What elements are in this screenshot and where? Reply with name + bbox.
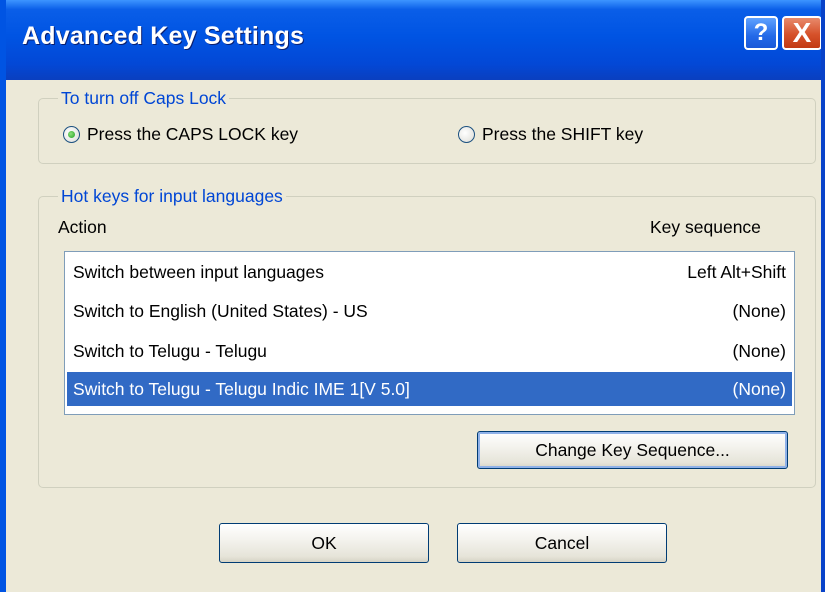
column-header-action: Action	[58, 217, 107, 237]
list-item-action: Switch between input languages	[73, 261, 325, 282]
radio-shift-label: Press the SHIFT key	[482, 124, 644, 144]
caps-lock-group-caption: To turn off Caps Lock	[58, 88, 230, 108]
radio-selected-dot	[68, 131, 75, 138]
list-item-keys: (None)	[732, 378, 787, 399]
ok-button[interactable]: OK	[219, 523, 429, 563]
radio-shift-key[interactable]: Press the SHIFT key	[458, 124, 643, 145]
list-item-action: Switch to Telugu - Telugu Indic IME 1[V …	[73, 378, 410, 399]
window-title: Advanced Key Settings	[22, 22, 305, 50]
list-item[interactable]: Switch between input languages Left Alt+…	[67, 255, 792, 289]
hotkeys-list[interactable]: Switch between input languages Left Alt+…	[64, 251, 795, 415]
list-item[interactable]: Switch to Telugu - Telugu (None)	[67, 334, 792, 368]
column-header-key-sequence: Key sequence	[650, 217, 761, 237]
list-item-action: Switch to English (United States) - US	[73, 300, 368, 321]
close-icon: X	[792, 17, 812, 48]
help-button[interactable]: ?	[744, 16, 778, 50]
list-item-keys: (None)	[732, 300, 787, 321]
advanced-key-settings-dialog: Advanced Key Settings ? X To turn off Ca…	[0, 0, 825, 592]
help-icon: ?	[753, 19, 769, 46]
radio-caps-lock-key[interactable]: Press the CAPS LOCK key	[63, 124, 298, 145]
list-item[interactable]: Switch to English (United States) - US (…	[67, 294, 792, 328]
list-item-selected[interactable]: Switch to Telugu - Telugu Indic IME 1[V …	[67, 372, 792, 406]
radio-button-unchecked[interactable]	[458, 126, 475, 143]
radio-caps-lock-label: Press the CAPS LOCK key	[87, 124, 299, 144]
hotkeys-group-caption: Hot keys for input languages	[58, 186, 286, 206]
list-item-keys: Left Alt+Shift	[687, 261, 786, 282]
title-bar[interactable]: Advanced Key Settings ? X	[6, 0, 821, 80]
list-item-keys: (None)	[732, 340, 787, 361]
close-button[interactable]: X	[782, 16, 821, 50]
cancel-button[interactable]: Cancel	[457, 523, 667, 563]
list-item-action: Switch to Telugu - Telugu	[73, 340, 267, 361]
radio-button-checked[interactable]	[63, 126, 80, 143]
change-key-sequence-button[interactable]: Change Key Sequence...	[477, 431, 788, 469]
